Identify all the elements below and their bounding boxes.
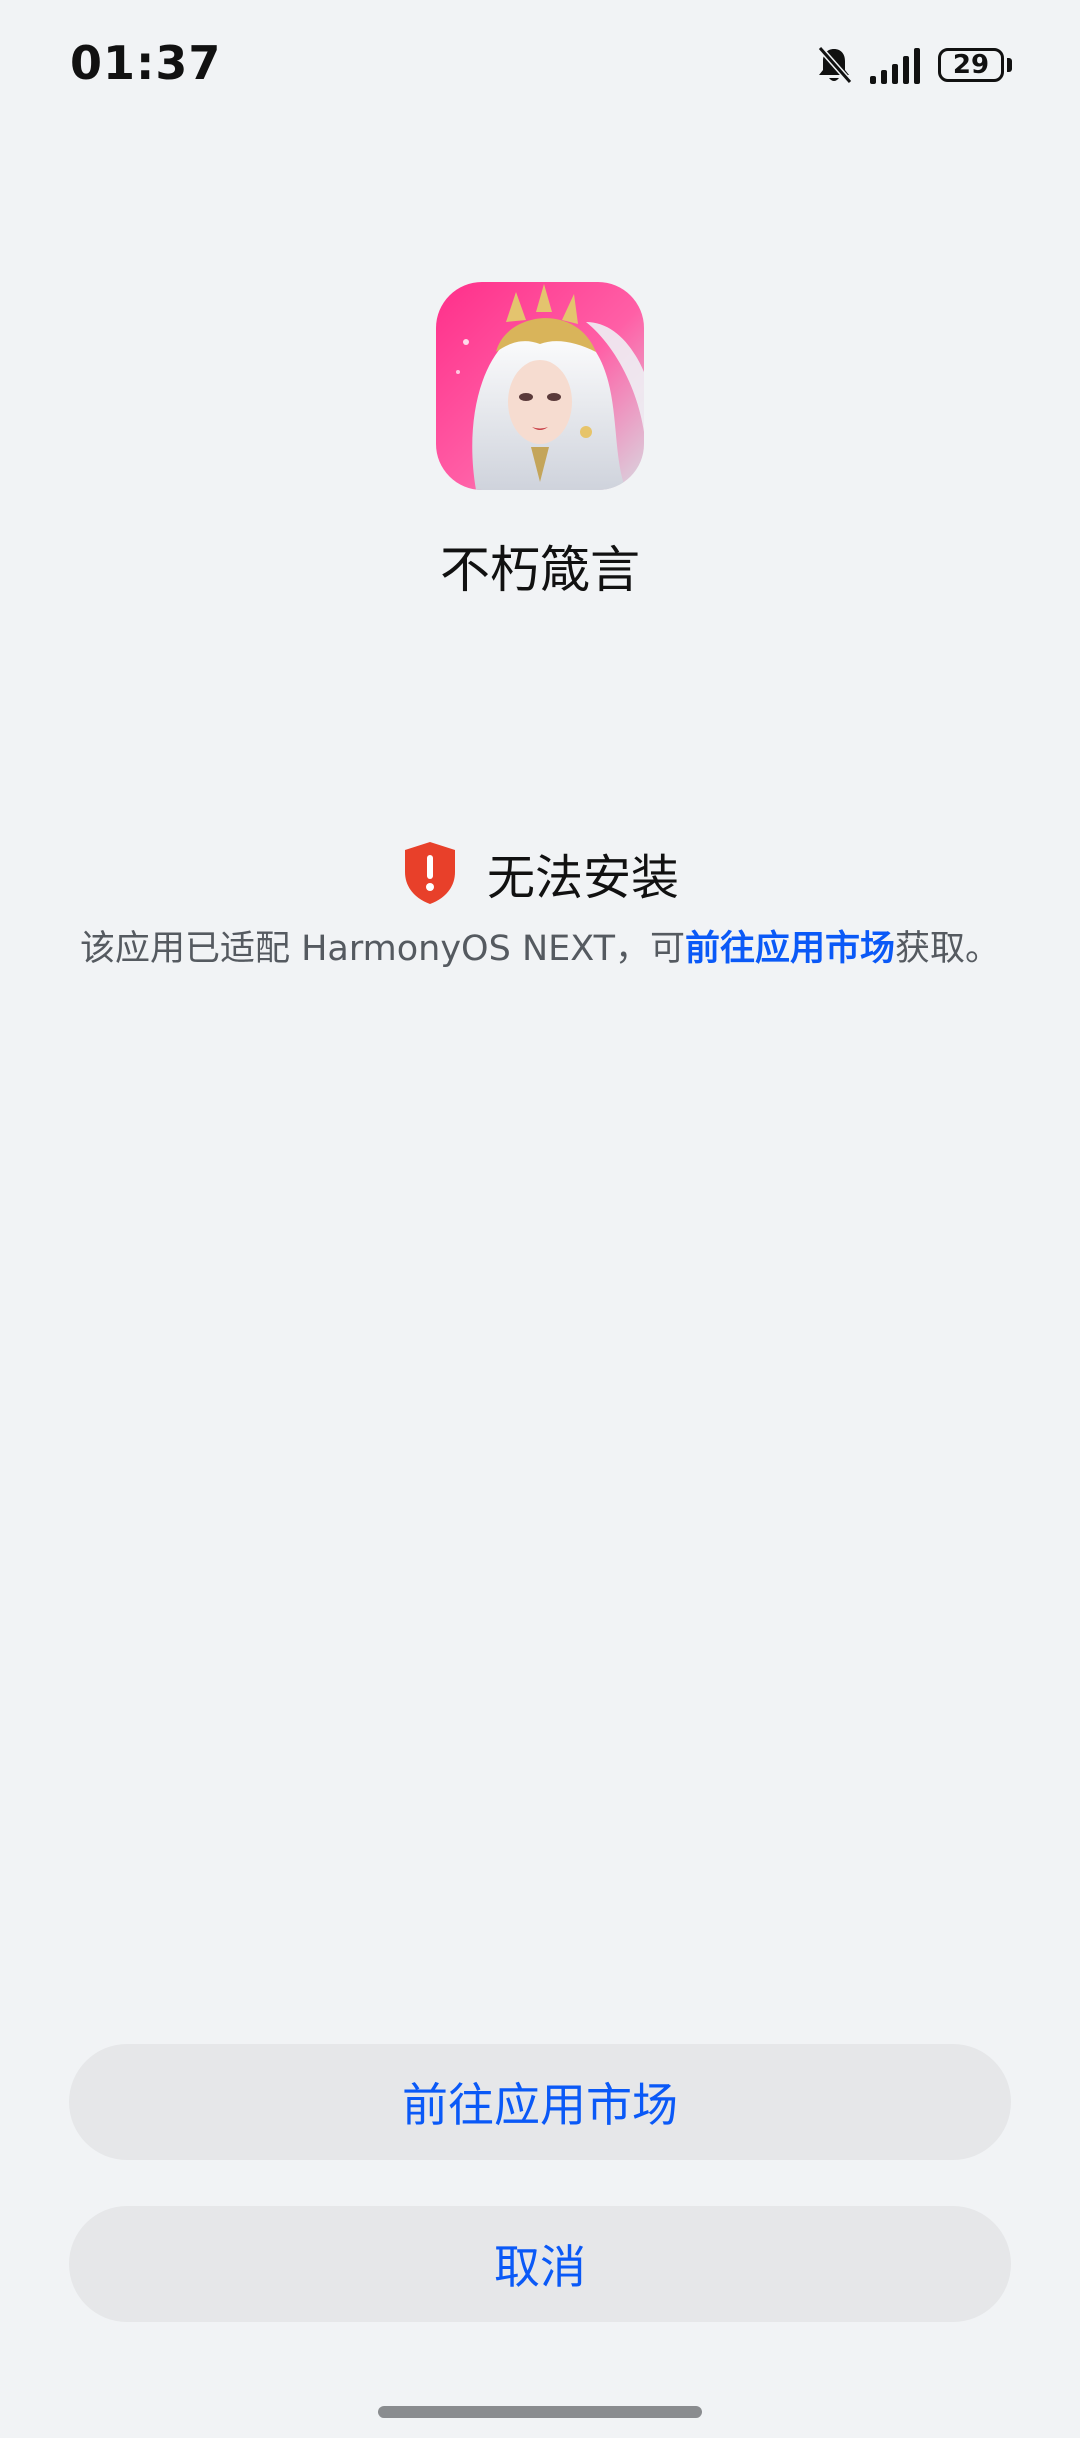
- app-market-link[interactable]: 前往应用市场: [685, 929, 895, 969]
- battery-level: 29: [938, 48, 1004, 82]
- home-indicator[interactable]: [378, 2406, 702, 2418]
- error-message-prefix: 该应用已适配 HarmonyOS NEXT，可: [79, 929, 685, 969]
- error-message: 该应用已适配 HarmonyOS NEXT，可前往应用市场获取。: [0, 920, 1080, 971]
- error-message-suffix: 获取。: [895, 929, 1001, 969]
- battery-icon: 29: [938, 48, 1012, 82]
- app-icon: [436, 282, 644, 490]
- shield-alert-icon: [401, 840, 459, 906]
- status-time: 01:37: [70, 36, 222, 90]
- bell-mute-icon: [816, 45, 852, 85]
- go-to-app-market-button[interactable]: 前往应用市场: [69, 2044, 1011, 2160]
- signal-icon: [870, 46, 920, 84]
- error-title-row: 无法安装: [0, 838, 1080, 908]
- install-blocked-screen: 01:37 29 不朽箴言 无法安装 该应用已适配 HarmonyOS NEXT…: [0, 0, 1080, 2438]
- error-title: 无法安装: [486, 850, 679, 906]
- app-name: 不朽箴言: [440, 541, 640, 599]
- status-bar: 01:37 29: [0, 0, 1080, 130]
- cancel-button[interactable]: 取消: [69, 2206, 1011, 2322]
- status-icons: 29: [816, 44, 1012, 86]
